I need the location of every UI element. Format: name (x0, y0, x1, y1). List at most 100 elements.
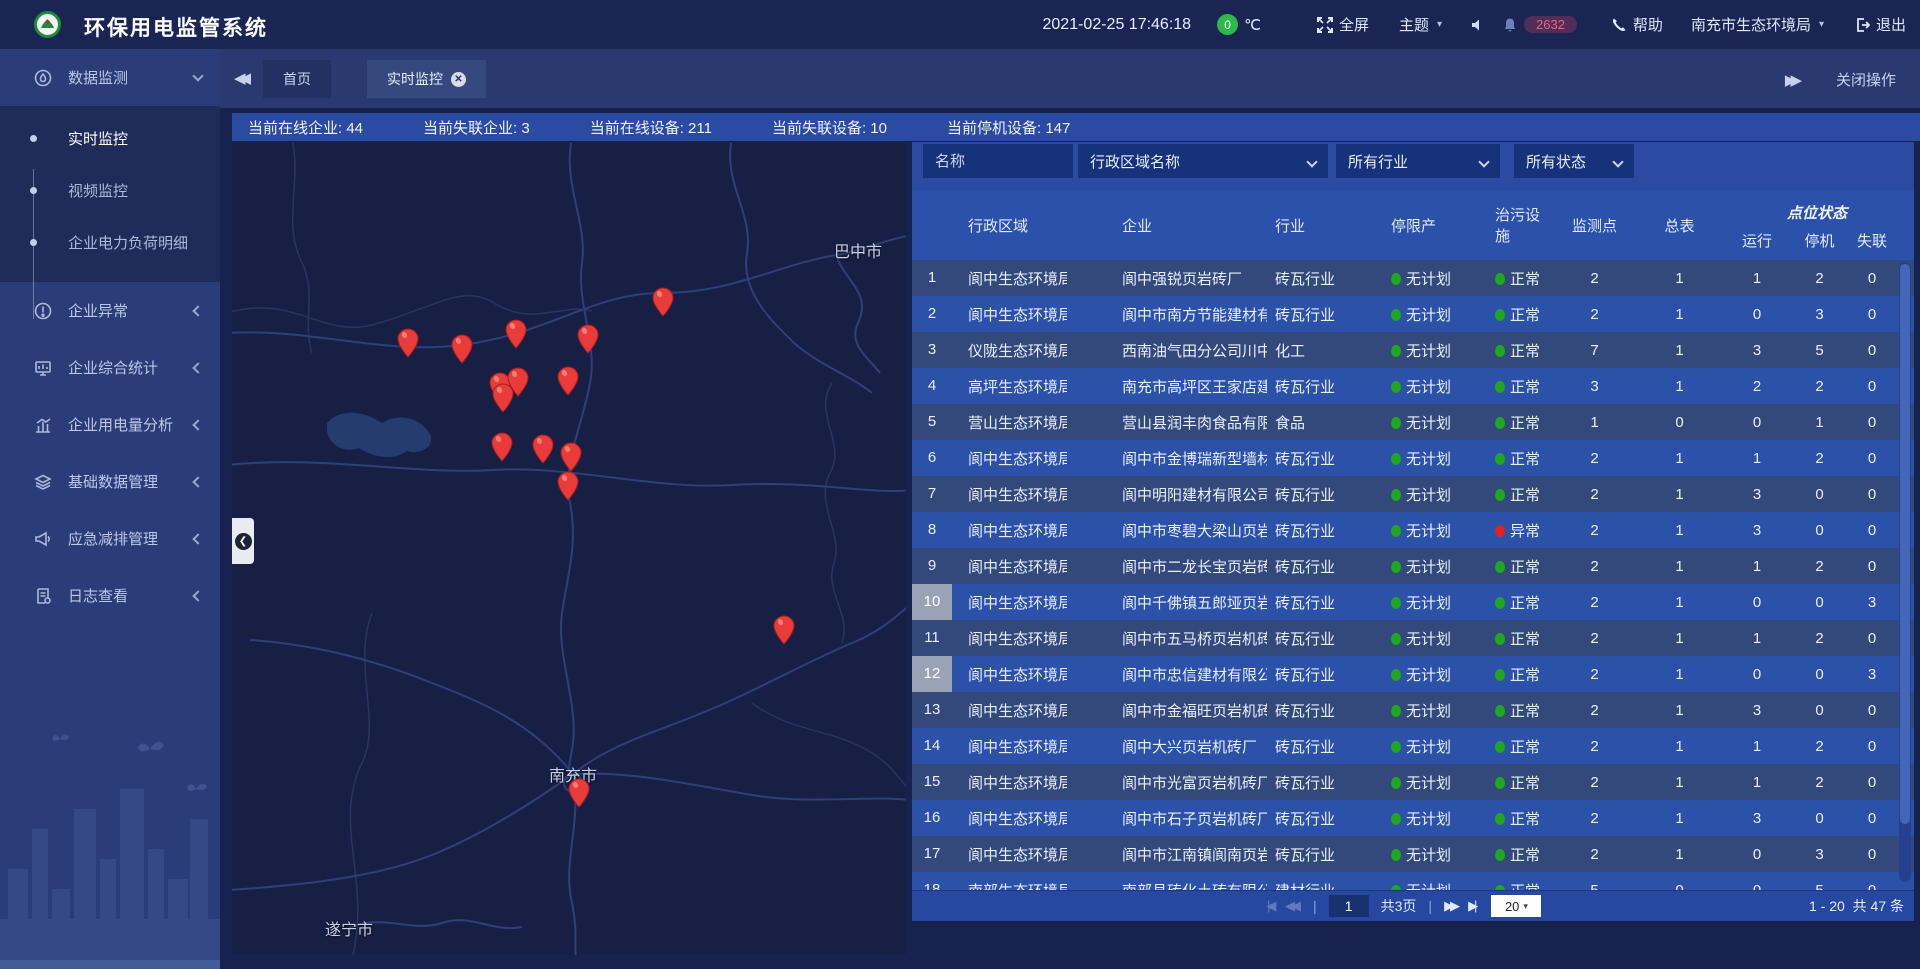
table-row[interactable]: 3仪陇生态环境局西南油气田分公司川中化工无计划正常71350 (912, 332, 1914, 368)
page-size-select[interactable]: 20 ▾ (1491, 895, 1541, 917)
sound-button[interactable] (1470, 17, 1486, 33)
map-collapse-button[interactable]: ❮ (232, 518, 254, 564)
cell-region: 阆中生态环境局 (952, 556, 1067, 577)
cell-lost: 0 (1847, 774, 1897, 791)
map-pin[interactable] (652, 287, 674, 317)
status-filter-select[interactable]: 所有状态 (1514, 144, 1634, 178)
map-pin[interactable] (557, 366, 579, 396)
map-pin[interactable] (492, 383, 514, 413)
table-row[interactable]: 12阆中生态环境局阆中市忠信建材有限公砖瓦行业无计划正常21003 (912, 656, 1914, 692)
table-row[interactable]: 5营山生态环境局营山县润丰肉食品有限食品无计划正常10010 (912, 404, 1914, 440)
map-pin[interactable] (532, 434, 554, 464)
sidebar-item-1[interactable]: 企业异常 (0, 282, 220, 339)
notifications[interactable]: 2632 (1502, 16, 1577, 33)
map-pin[interactable] (560, 442, 582, 472)
table-row[interactable]: 1阆中生态环境局阆中强锐页岩砖厂砖瓦行业无计划正常21120 (912, 260, 1914, 296)
cell-meters: 1 (1637, 522, 1722, 539)
map-pin[interactable] (577, 324, 599, 354)
sidebar-subitem-企业电力负荷明细[interactable]: 企业电力负荷明细 (0, 216, 220, 268)
page-number-input[interactable]: 1 (1329, 895, 1369, 917)
sidebar-item-5[interactable]: 应急减排管理 (0, 510, 220, 567)
table-row[interactable]: 2阆中生态环境局阆中市南方节能建材有砖瓦行业无计划正常21030 (912, 296, 1914, 332)
table-row[interactable]: 10阆中生态环境局阆中千佛镇五郎垭页岩砖瓦行业无计划正常21003 (912, 584, 1914, 620)
tab-scroll-left-icon[interactable]: ◀◀ (234, 69, 245, 87)
map-pin[interactable] (451, 334, 473, 364)
row-number: 1 (912, 260, 952, 296)
sidebar-item-4[interactable]: 基础数据管理 (0, 453, 220, 510)
cell-limit: 无计划 (1367, 448, 1487, 469)
cell-meters: 1 (1637, 666, 1722, 683)
theme-dropdown[interactable]: 主题 ▾ (1399, 14, 1442, 35)
col-limit: 停限产 (1367, 215, 1487, 236)
last-page-icon[interactable]: ▶| (1468, 898, 1477, 914)
sidebar-item-3[interactable]: 企业用电量分析 (0, 396, 220, 453)
sidebar-item-2[interactable]: 企业综合统计 (0, 339, 220, 396)
cell-points: 2 (1552, 702, 1637, 719)
table-row[interactable]: 8阆中生态环境局阆中市枣碧大梁山页岩砖瓦行业无计划异常21300 (912, 512, 1914, 548)
table-row[interactable]: 14阆中生态环境局阆中大兴页岩机砖厂砖瓦行业无计划正常21120 (912, 728, 1914, 764)
industry-filter-select[interactable]: 所有行业 (1336, 144, 1500, 178)
tab-实时监控[interactable]: 实时监控✕ (367, 60, 486, 98)
map-pin[interactable] (557, 471, 579, 501)
table-row[interactable]: 9阆中生态环境局阆中市二龙长宝页岩砖砖瓦行业无计划正常21120 (912, 548, 1914, 584)
map-pin[interactable] (505, 319, 527, 349)
cell-company: 阆中大兴页岩机砖厂 (1067, 736, 1267, 757)
sidebar-item-6[interactable]: 日志查看 (0, 567, 220, 624)
map-pin[interactable] (773, 615, 795, 645)
phone-icon (1611, 17, 1627, 33)
fullscreen-icon (1317, 17, 1333, 33)
help-button[interactable]: 帮助 (1611, 14, 1663, 35)
table-row[interactable]: 7阆中生态环境局阆中明阳建材有限公司砖瓦行业无计划正常21300 (912, 476, 1914, 512)
status-dot-icon (1391, 525, 1401, 537)
name-filter[interactable] (923, 144, 1073, 178)
stat-item: 当前停机设备: 147 (947, 117, 1070, 138)
row-number: 11 (912, 620, 952, 656)
prev-page-icon[interactable]: ◀◀ (1285, 898, 1301, 914)
close-icon[interactable]: ✕ (451, 72, 466, 87)
chevron-left-icon (192, 533, 203, 544)
table-row[interactable]: 4高坪生态环境局南充市高坪区王家店建砖瓦行业无计划正常31220 (912, 368, 1914, 404)
fullscreen-button[interactable]: 全屏 (1317, 14, 1369, 35)
region-filter-select[interactable]: 行政区域名称 (1078, 144, 1328, 178)
cell-meters: 1 (1637, 450, 1722, 467)
name-filter-input[interactable] (935, 153, 1061, 170)
chevron-down-icon: ▾ (1523, 901, 1528, 912)
cell-facility: 正常 (1487, 556, 1552, 577)
table-row[interactable]: 13阆中生态环境局阆中市金福旺页岩机砖砖瓦行业无计划正常21300 (912, 692, 1914, 728)
status-dot-icon (1495, 633, 1505, 645)
table-row[interactable]: 16阆中生态环境局阆中市石子页岩机砖厂砖瓦行业无计划正常21300 (912, 800, 1914, 836)
cell-region: 阆中生态环境局 (952, 484, 1067, 505)
cell-lost: 0 (1847, 342, 1897, 359)
logout-button[interactable]: 退出 (1854, 14, 1906, 35)
tab-scroll-right-icon[interactable]: ▶▶ (1785, 71, 1802, 89)
map-pin[interactable] (397, 328, 419, 358)
scrollbar-thumb[interactable] (1900, 264, 1910, 824)
table-row[interactable]: 11阆中生态环境局阆中市五马桥页岩机砖砖瓦行业无计划正常21120 (912, 620, 1914, 656)
chevron-down-icon (1478, 156, 1489, 167)
cell-industry: 砖瓦行业 (1267, 700, 1367, 721)
close-operations-button[interactable]: 关闭操作 (1836, 69, 1896, 90)
tab-首页[interactable]: 首页 (263, 60, 331, 98)
sidebar-subitem-视频监控[interactable]: 视频监控 (0, 164, 220, 216)
map-panel[interactable]: 巴中市南充市遂宁市 ❮ (232, 143, 906, 955)
cell-run: 3 (1722, 522, 1792, 539)
map-pin[interactable] (568, 778, 590, 808)
cell-points: 2 (1552, 450, 1637, 467)
org-dropdown[interactable]: 南充市生态环境局 ▾ (1691, 14, 1824, 35)
map-pin[interactable] (491, 432, 513, 462)
sidebar-subitem-实时监控[interactable]: 实时监控 (0, 112, 220, 164)
sidebar-item-0[interactable]: 数据监测 (0, 49, 220, 106)
sidebar-item-label: 企业异常 (68, 300, 128, 321)
cell-stop: 0 (1792, 810, 1847, 827)
table-row[interactable]: 6阆中生态环境局阆中市金博瑞新型墙材砖瓦行业无计划正常21120 (912, 440, 1914, 476)
cell-meters: 1 (1637, 378, 1722, 395)
table-row[interactable]: 18南部生态环境局南部县砖化土砖有限公建材行业无计划正常50050 (912, 872, 1914, 890)
table-row[interactable]: 15阆中生态环境局阆中市光富页岩机砖厂砖瓦行业无计划正常21120 (912, 764, 1914, 800)
first-page-icon[interactable]: |◀ (1267, 898, 1277, 914)
cell-lost: 0 (1847, 702, 1897, 719)
main-content: ◀◀ 首页实时监控✕ ▶▶ 关闭操作 当前在线企业: 44当前失联企业: 3当前… (220, 49, 1920, 969)
next-page-icon[interactable]: ▶▶ (1444, 898, 1460, 914)
status-dot-icon (1495, 561, 1505, 573)
cell-stop: 2 (1792, 450, 1847, 467)
table-row[interactable]: 17阆中生态环境局阆中市江南镇阆南页岩砖瓦行业无计划正常21030 (912, 836, 1914, 872)
